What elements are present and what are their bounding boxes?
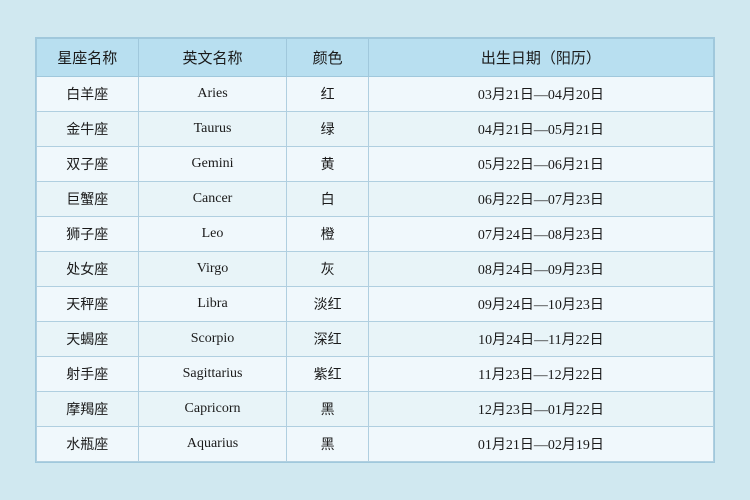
cell-chinese-name: 天蝎座	[37, 322, 139, 357]
table-row: 射手座Sagittarius紫红11月23日—12月22日	[37, 357, 714, 392]
cell-chinese-name: 金牛座	[37, 112, 139, 147]
cell-date: 01月21日—02月19日	[368, 427, 713, 462]
cell-english-name: Aries	[138, 77, 287, 112]
table-row: 水瓶座Aquarius黑01月21日—02月19日	[37, 427, 714, 462]
cell-color: 黑	[287, 427, 368, 462]
table-row: 白羊座Aries红03月21日—04月20日	[37, 77, 714, 112]
cell-date: 08月24日—09月23日	[368, 252, 713, 287]
cell-chinese-name: 水瓶座	[37, 427, 139, 462]
cell-color: 淡红	[287, 287, 368, 322]
header-chinese-name: 星座名称	[37, 39, 139, 77]
cell-chinese-name: 巨蟹座	[37, 182, 139, 217]
cell-english-name: Gemini	[138, 147, 287, 182]
cell-chinese-name: 射手座	[37, 357, 139, 392]
cell-date: 05月22日—06月21日	[368, 147, 713, 182]
cell-english-name: Libra	[138, 287, 287, 322]
cell-color: 黑	[287, 392, 368, 427]
cell-english-name: Aquarius	[138, 427, 287, 462]
cell-date: 09月24日—10月23日	[368, 287, 713, 322]
header-english-name: 英文名称	[138, 39, 287, 77]
cell-chinese-name: 天秤座	[37, 287, 139, 322]
cell-color: 绿	[287, 112, 368, 147]
cell-color: 灰	[287, 252, 368, 287]
cell-color: 白	[287, 182, 368, 217]
table-row: 摩羯座Capricorn黑12月23日—01月22日	[37, 392, 714, 427]
cell-date: 04月21日—05月21日	[368, 112, 713, 147]
cell-color: 深红	[287, 322, 368, 357]
cell-english-name: Scorpio	[138, 322, 287, 357]
cell-color: 红	[287, 77, 368, 112]
cell-date: 12月23日—01月22日	[368, 392, 713, 427]
cell-chinese-name: 处女座	[37, 252, 139, 287]
table-row: 巨蟹座Cancer白06月22日—07月23日	[37, 182, 714, 217]
cell-english-name: Cancer	[138, 182, 287, 217]
table-row: 处女座Virgo灰08月24日—09月23日	[37, 252, 714, 287]
cell-chinese-name: 双子座	[37, 147, 139, 182]
cell-english-name: Taurus	[138, 112, 287, 147]
zodiac-table: 星座名称 英文名称 颜色 出生日期（阳历） 白羊座Aries红03月21日—04…	[36, 38, 714, 462]
cell-date: 11月23日—12月22日	[368, 357, 713, 392]
table-row: 天秤座Libra淡红09月24日—10月23日	[37, 287, 714, 322]
cell-chinese-name: 摩羯座	[37, 392, 139, 427]
table-row: 狮子座Leo橙07月24日—08月23日	[37, 217, 714, 252]
cell-english-name: Leo	[138, 217, 287, 252]
cell-date: 06月22日—07月23日	[368, 182, 713, 217]
zodiac-table-container: 星座名称 英文名称 颜色 出生日期（阳历） 白羊座Aries红03月21日—04…	[35, 37, 715, 463]
cell-date: 03月21日—04月20日	[368, 77, 713, 112]
table-row: 金牛座Taurus绿04月21日—05月21日	[37, 112, 714, 147]
cell-chinese-name: 狮子座	[37, 217, 139, 252]
header-date: 出生日期（阳历）	[368, 39, 713, 77]
cell-color: 紫红	[287, 357, 368, 392]
cell-color: 黄	[287, 147, 368, 182]
cell-chinese-name: 白羊座	[37, 77, 139, 112]
table-body: 白羊座Aries红03月21日—04月20日金牛座Taurus绿04月21日—0…	[37, 77, 714, 462]
table-header-row: 星座名称 英文名称 颜色 出生日期（阳历）	[37, 39, 714, 77]
table-row: 双子座Gemini黄05月22日—06月21日	[37, 147, 714, 182]
cell-color: 橙	[287, 217, 368, 252]
table-row: 天蝎座Scorpio深红10月24日—11月22日	[37, 322, 714, 357]
cell-date: 10月24日—11月22日	[368, 322, 713, 357]
cell-english-name: Virgo	[138, 252, 287, 287]
header-color: 颜色	[287, 39, 368, 77]
cell-english-name: Capricorn	[138, 392, 287, 427]
cell-date: 07月24日—08月23日	[368, 217, 713, 252]
cell-english-name: Sagittarius	[138, 357, 287, 392]
